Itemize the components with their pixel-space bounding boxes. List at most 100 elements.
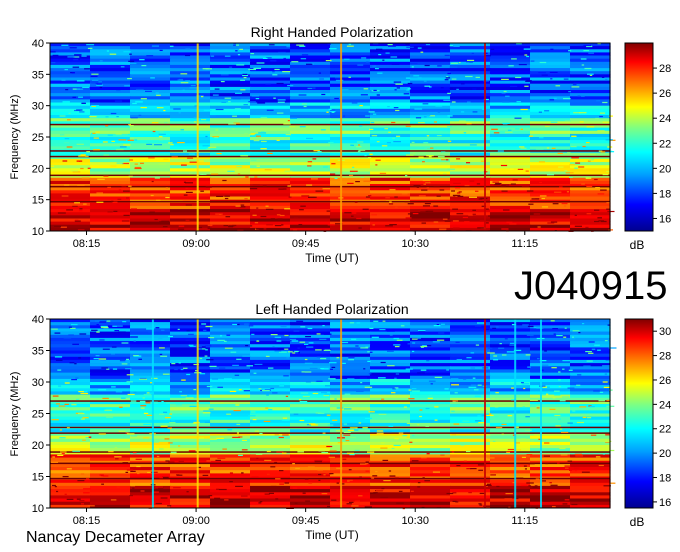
heatmap-speckle <box>128 60 135 62</box>
heatmap-speckle <box>307 332 311 334</box>
heatmap-cell <box>250 331 291 336</box>
heatmap-speckle <box>285 395 289 397</box>
heatmap-speckle <box>96 192 103 194</box>
heatmap-speckle <box>296 44 304 46</box>
heatmap-speckle <box>451 101 456 103</box>
heatmap-speckle <box>292 487 298 489</box>
heatmap-speckle <box>502 101 510 103</box>
heatmap-cell <box>250 495 291 499</box>
heatmap-cell <box>570 344 611 348</box>
heatmap-speckle <box>233 98 241 100</box>
heatmap-speckle <box>68 112 71 114</box>
heatmap-speckle <box>91 105 100 107</box>
heatmap-speckle <box>447 140 452 142</box>
heatmap-cell <box>370 209 411 213</box>
heatmap-speckle <box>525 170 529 172</box>
heatmap-cell <box>250 378 291 383</box>
heatmap-speckle <box>565 467 569 469</box>
heatmap-speckle <box>526 190 534 192</box>
heatmap-speckle <box>549 71 558 73</box>
heatmap-speckle <box>581 183 585 185</box>
heatmap-speckle <box>528 203 534 205</box>
heatmap-speckle <box>83 488 91 490</box>
heatmap-speckle <box>346 45 354 47</box>
heatmap-speckle <box>121 220 130 222</box>
heatmap-speckle <box>312 392 319 395</box>
heatmap-cell <box>250 90 291 94</box>
heatmap-cell <box>50 372 91 377</box>
heatmap-cell <box>130 479 171 484</box>
heatmap-speckle <box>242 355 251 357</box>
heatmap-cell <box>90 152 131 157</box>
heatmap-speckle <box>499 343 502 345</box>
heatmap-speckle <box>130 470 136 472</box>
heatmap-cell <box>170 341 211 345</box>
heatmap-speckle <box>602 101 608 104</box>
heatmap-cell <box>570 413 611 417</box>
heatmap-cell <box>210 369 251 373</box>
heatmap-cell <box>330 482 371 487</box>
heatmap-cell <box>250 485 291 490</box>
heatmap-speckle <box>317 151 322 153</box>
heatmap-speckle <box>506 451 510 453</box>
heatmap-cell <box>290 133 331 138</box>
heatmap-cell <box>130 404 171 408</box>
heatmap-cell <box>370 467 411 471</box>
heatmap-speckle <box>185 191 193 193</box>
heatmap-speckle <box>451 78 457 80</box>
heatmap-cell <box>250 118 291 122</box>
heatmap-cell <box>530 388 571 392</box>
heatmap-speckle <box>100 169 105 172</box>
heatmap-cell <box>530 52 571 56</box>
heatmap-speckle <box>395 373 400 375</box>
heatmap-speckle <box>522 383 530 385</box>
heatmap-cell <box>490 58 531 63</box>
heatmap-speckle <box>514 117 522 119</box>
heatmap-speckle <box>115 391 123 393</box>
heatmap-speckle <box>563 336 567 338</box>
rfi-line <box>50 123 610 126</box>
heatmap-speckle <box>424 64 430 67</box>
heatmap-cell <box>530 328 571 332</box>
heatmap-speckle <box>418 195 426 197</box>
heatmap-cell <box>370 438 411 443</box>
heatmap-speckle <box>224 55 231 57</box>
heatmap-speckle <box>356 390 364 392</box>
heatmap-cell <box>530 422 571 427</box>
heatmap-cell <box>290 90 331 94</box>
heatmap-speckle <box>369 351 373 353</box>
heatmap-speckle <box>352 212 357 214</box>
heatmap-speckle <box>598 396 604 398</box>
heatmap-cell <box>250 413 291 417</box>
heatmap-speckle <box>138 358 142 360</box>
heatmap-speckle <box>111 346 117 348</box>
heatmap-speckle <box>69 362 75 364</box>
heatmap-speckle <box>420 404 428 406</box>
heatmap-speckle <box>81 102 86 104</box>
heatmap-cell <box>490 193 531 197</box>
heatmap-cell <box>290 49 331 53</box>
y-tick-label: 20 <box>32 440 44 452</box>
heatmap-cell <box>330 350 371 354</box>
heatmap-cell <box>250 489 291 493</box>
heatmap-speckle <box>78 391 84 393</box>
heatmap-speckle <box>478 322 484 324</box>
heatmap-speckle <box>320 129 326 131</box>
heatmap-speckle <box>402 470 410 472</box>
heatmap-cell <box>330 344 371 348</box>
heatmap-cell <box>210 445 251 449</box>
heatmap-speckle <box>452 500 457 502</box>
heatmap-cell <box>210 105 251 110</box>
heatmap-cell <box>250 196 291 200</box>
heatmap-speckle <box>193 421 200 424</box>
heatmap-speckle <box>402 435 408 437</box>
heatmap-speckle <box>123 190 130 192</box>
heatmap-speckle <box>193 389 197 391</box>
heatmap-speckle <box>318 479 321 481</box>
heatmap-speckle <box>68 326 72 328</box>
heatmap-cell <box>90 467 131 471</box>
heatmap-cell <box>490 96 531 100</box>
heatmap-cell <box>330 165 371 169</box>
heatmap-speckle <box>527 366 531 368</box>
heatmap-cell <box>170 212 211 216</box>
